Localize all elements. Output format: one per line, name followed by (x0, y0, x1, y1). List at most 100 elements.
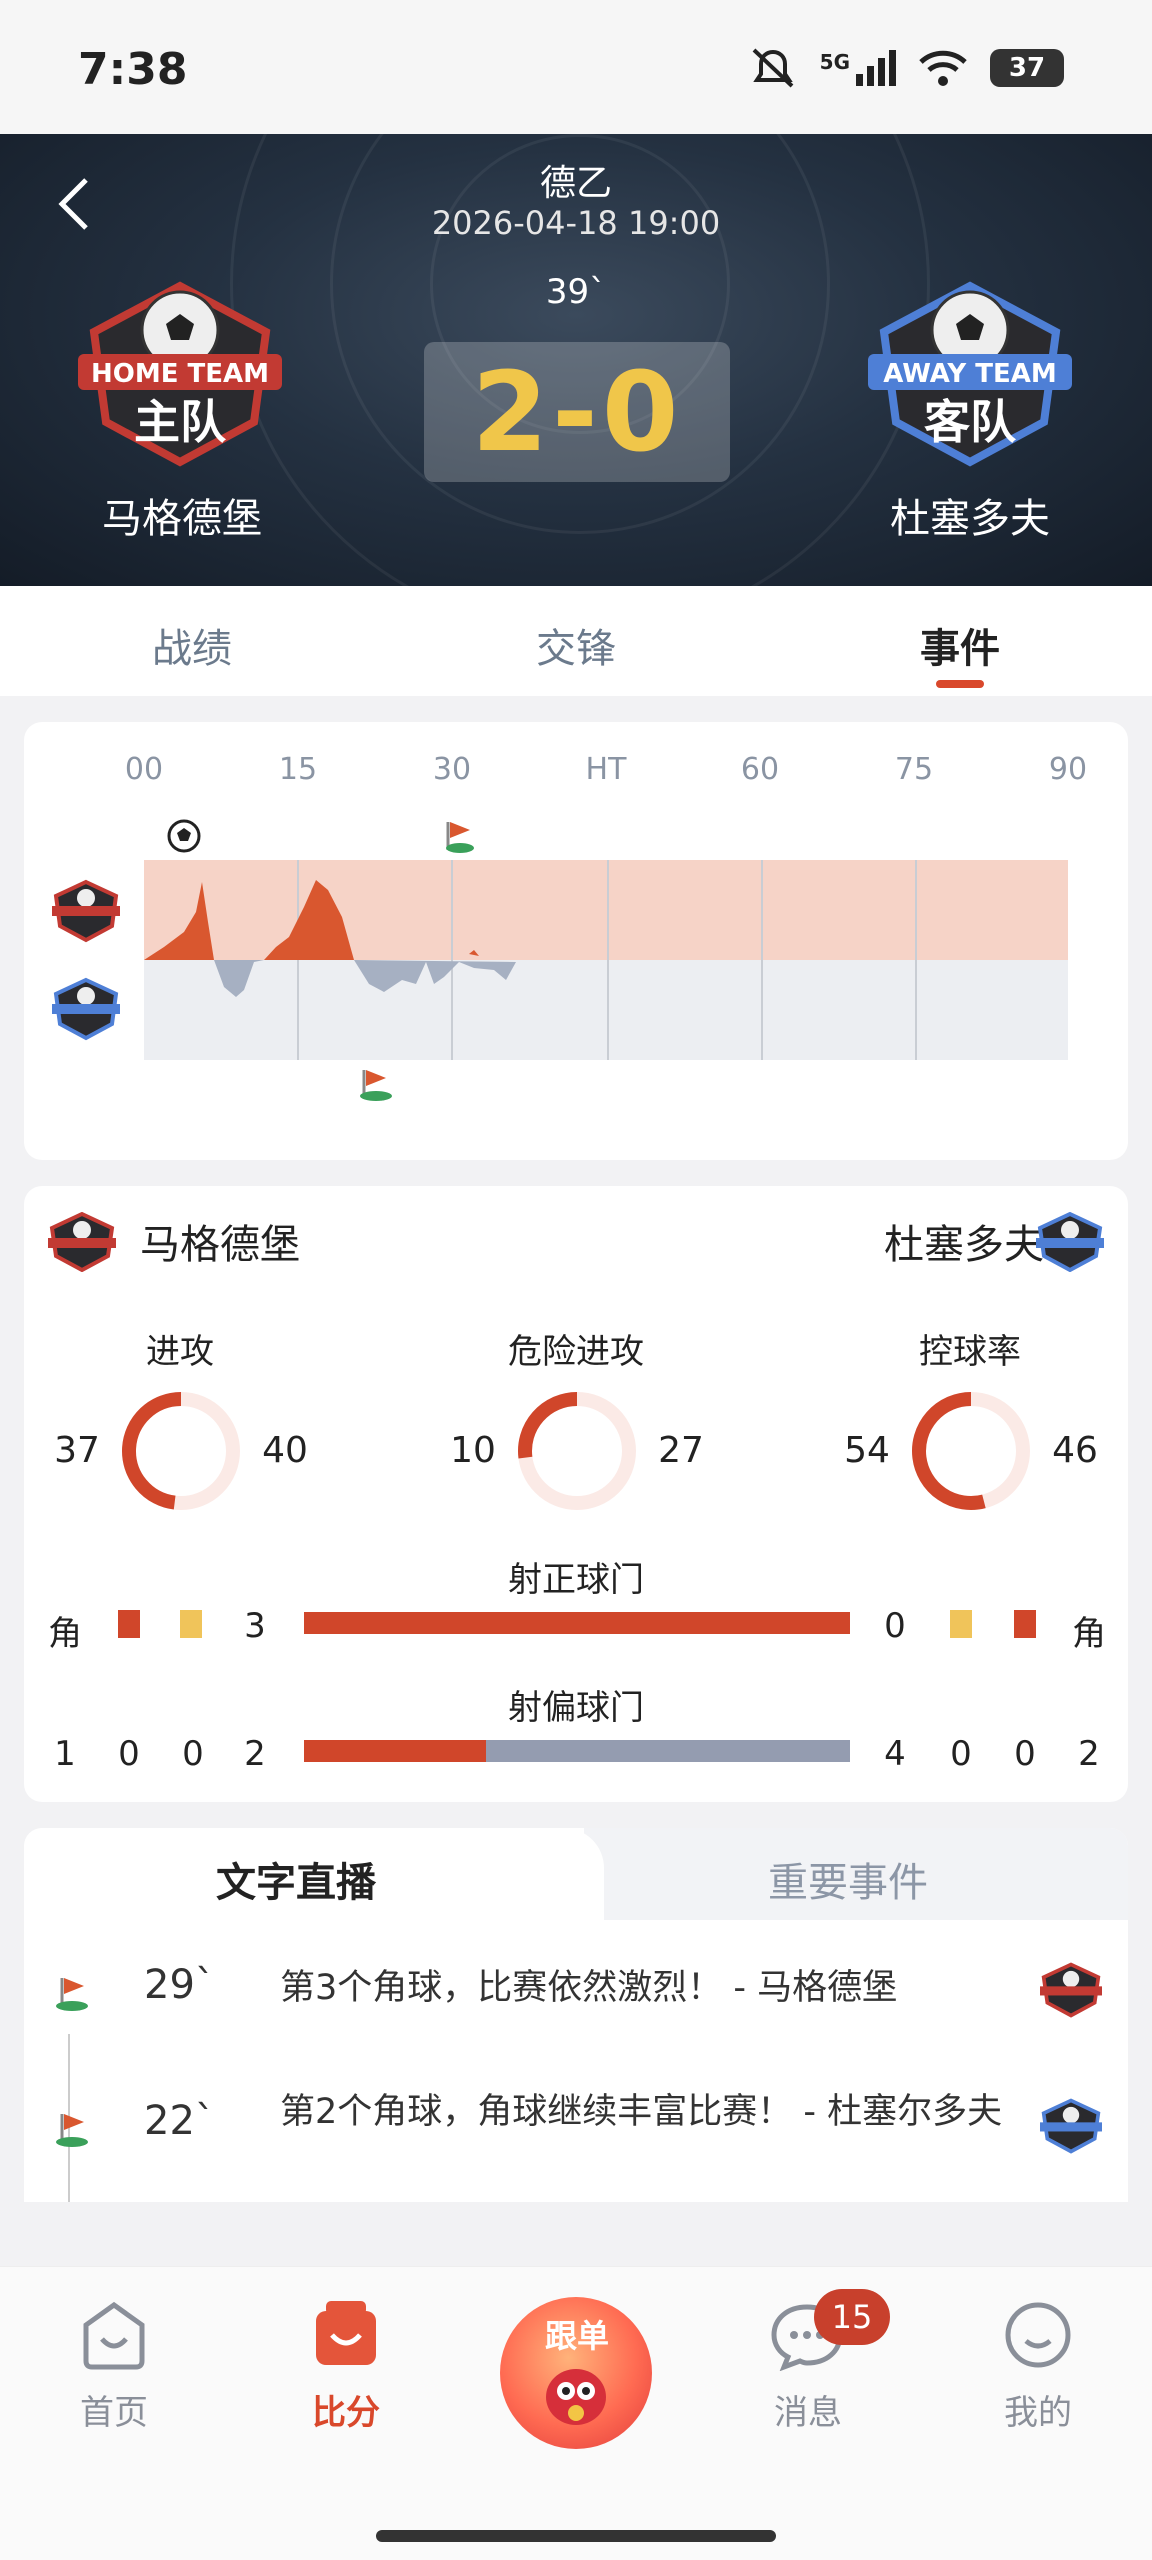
bottom-nav: 首页 比分 跟单 15 消息 我的 (0, 2266, 1152, 2560)
stat-home-danger: 10 (450, 1430, 496, 1471)
home-badge-top: HOME TEAM (91, 359, 269, 389)
tab-events[interactable]: 事件 (810, 616, 1110, 674)
possession-ring-chart (912, 1392, 1030, 1510)
goal-ball-icon (167, 819, 201, 853)
signal-icon: 5G (820, 50, 896, 86)
shots-off-title: 射偏球门 (508, 1688, 644, 1728)
home-icon (83, 2301, 145, 2370)
red-card-icon (1014, 1610, 1036, 1638)
home-team-mini-badge (48, 1212, 116, 1272)
shots-on-title: 射正球门 (508, 1560, 644, 1600)
stat-away-possession: 46 (1052, 1430, 1098, 1471)
active-tab-indicator (936, 680, 984, 688)
league-name: 德乙 (539, 163, 612, 204)
nav-follow-label: 跟单 (544, 2317, 609, 2355)
bar-home-segment (304, 1740, 486, 1762)
event-text: 第3个角球，比赛依然激烈！ - 马格德堡 (280, 1968, 898, 2008)
away-badge-top: AWAY TEAM (883, 359, 1056, 389)
yellow-card-icon (180, 1610, 202, 1638)
home-yellow-count: 0 (182, 1734, 204, 1774)
stats-home-name: 马格德堡 (140, 1222, 300, 1268)
home-indicator (376, 2530, 776, 2542)
detail-tabs: 战绩 交锋 事件 (0, 586, 1152, 696)
event-text: 第2个角球，角球继续丰富比赛！ - 杜塞尔多夫 (280, 2092, 1003, 2132)
shots-on-home: 3 (244, 1606, 266, 1646)
network-label: 5G (819, 50, 850, 74)
battery-indicator: 37 (990, 49, 1064, 87)
match-header: 德乙 2026-04-18 19:00 39` 2-0 HOME TEAM 主队… (0, 134, 1152, 586)
tab-head-to-head[interactable]: 交锋 (426, 616, 726, 674)
attack-ring-chart (122, 1392, 240, 1510)
ring-home-arc (122, 1392, 182, 1510)
stat-title-possession: 控球率 (919, 1332, 1021, 1372)
corner-label: 角 (1072, 1614, 1106, 1654)
timeline-chart (52, 819, 1068, 1101)
tab-key-events[interactable]: 重要事件 (768, 1850, 928, 1908)
stat-away-danger: 27 (658, 1430, 704, 1471)
nav-home-label: 首页 (80, 2393, 148, 2433)
event-item[interactable]: 22` 第2个角球，角球继续丰富比赛！ - 杜塞尔多夫 (24, 2092, 1128, 2202)
away-team-mini-badge (52, 977, 120, 1041)
home-badge-main: 主队 (134, 395, 227, 449)
mascot-icon (546, 2369, 606, 2425)
stat-title-danger: 危险进攻 (508, 1332, 644, 1372)
event-minute: 29` (144, 1962, 215, 2008)
away-badge-main: 客队 (924, 395, 1017, 449)
red-card-icon (118, 1610, 140, 1638)
momentum-timeline: 00 15 30 HT 60 75 90 (24, 722, 1128, 1160)
message-count-badge: 15 (814, 2289, 890, 2345)
status-bar: 7:38 5G 37 (0, 0, 1152, 134)
stats-card: 马格德堡 杜塞多夫 进攻 37 40 危险进攻 10 27 控球率 54 46 … (24, 1186, 1128, 1802)
home-team-mini-badge (1040, 1962, 1102, 2018)
away-corner-count: 2 (1078, 1734, 1100, 1774)
match-score: 2-0 (424, 342, 730, 482)
status-time: 7:38 (78, 44, 188, 95)
home-team-mini-badge (52, 879, 120, 943)
shots-off-bar (304, 1740, 850, 1762)
event-item[interactable]: 29` 第3个角球，比赛依然激烈！ - 马格德堡 (24, 1962, 1128, 2062)
stat-away-attack: 40 (262, 1430, 308, 1471)
home-team-name[interactable]: 马格德堡 (32, 486, 332, 544)
tab-live-text[interactable]: 文字直播 (216, 1850, 376, 1908)
match-datetime: 2026-04-18 19:00 (431, 204, 721, 242)
home-team-badge[interactable]: HOME TEAM 主队 (70, 272, 290, 472)
stat-title-attack: 进攻 (146, 1332, 214, 1372)
stat-home-attack: 37 (54, 1430, 100, 1471)
away-yellow-count: 0 (950, 1734, 972, 1774)
corner-flag-icon (446, 822, 474, 853)
home-red-count: 0 (118, 1734, 140, 1774)
nav-messages-label: 消息 (774, 2393, 842, 2433)
event-minute: 22` (144, 2098, 215, 2144)
live-section: 文字直播 重要事件 29` 第3个角球，比赛依然激烈！ - 马格德堡 22` 第… (24, 1828, 1128, 2202)
corner-flag-icon (56, 2114, 88, 2147)
profile-icon (1005, 2302, 1071, 2368)
mute-icon (752, 48, 794, 88)
stats-away-name: 杜塞多夫 (884, 1222, 1044, 1268)
shots-off-home: 2 (244, 1734, 266, 1774)
away-team-name[interactable]: 杜塞多夫 (820, 486, 1120, 544)
wifi-icon (919, 50, 967, 86)
away-red-count: 0 (1014, 1734, 1036, 1774)
shots-off-away: 4 (884, 1734, 906, 1774)
bar-away-segment (486, 1740, 850, 1762)
yellow-card-icon (950, 1610, 972, 1638)
bar-home-segment (304, 1612, 850, 1634)
corner-flag-icon (56, 1978, 88, 2011)
shots-on-away: 0 (884, 1606, 906, 1646)
corner-label: 角 (48, 1614, 82, 1654)
away-team-mini-badge (1036, 1212, 1104, 1272)
follow-bet-button: 跟单 (500, 2297, 652, 2449)
shots-on-bar (304, 1612, 850, 1634)
away-team-mini-badge (1040, 2098, 1102, 2154)
ring-home-arc (518, 1392, 578, 1459)
scores-icon (316, 2301, 376, 2365)
nav-scores-label: 比分 (312, 2393, 380, 2433)
home-corner-count: 1 (54, 1734, 76, 1774)
tab-record[interactable]: 战绩 (42, 616, 342, 674)
ring-home-arc (912, 1392, 986, 1510)
stat-home-possession: 54 (844, 1430, 890, 1471)
away-team-badge[interactable]: AWAY TEAM 客队 (860, 272, 1080, 472)
corner-flag-icon (360, 1070, 392, 1101)
danger-ring-chart (518, 1392, 636, 1510)
nav-profile-label: 我的 (1004, 2393, 1072, 2433)
